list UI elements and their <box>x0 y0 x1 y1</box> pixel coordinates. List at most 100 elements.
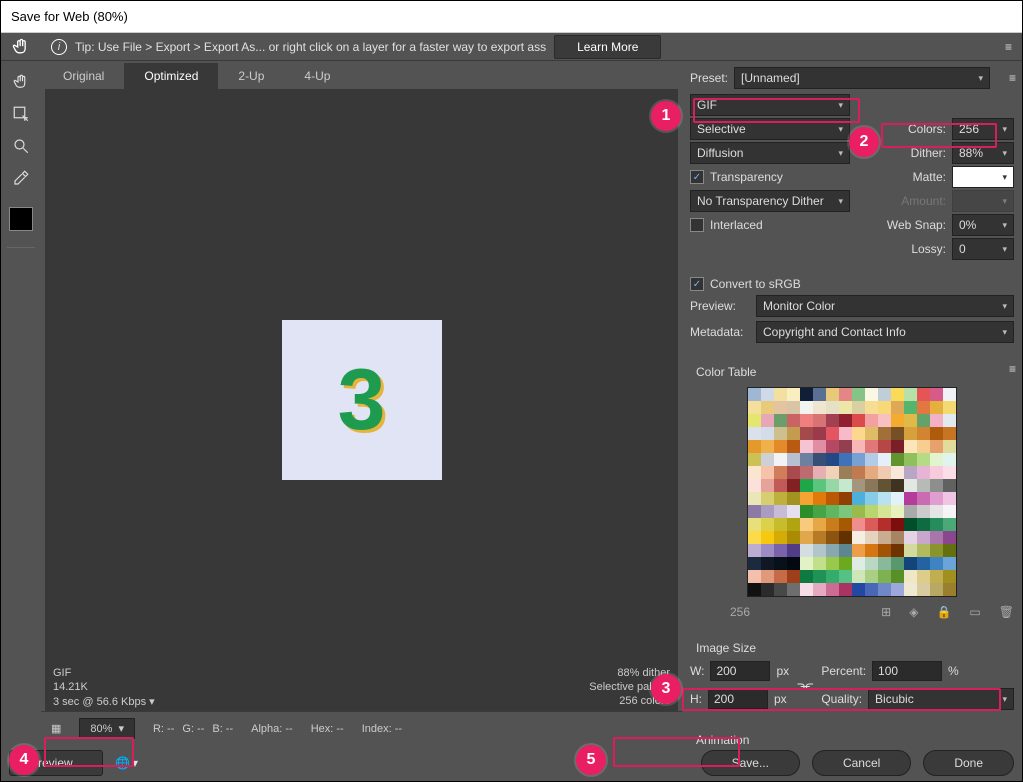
color-swatch[interactable] <box>852 401 865 414</box>
color-swatch[interactable] <box>787 453 800 466</box>
color-swatch[interactable] <box>774 583 787 596</box>
color-swatch[interactable] <box>748 544 761 557</box>
eyedropper-swatch[interactable] <box>9 207 33 231</box>
link-icon[interactable]: ⫘ <box>797 675 813 696</box>
color-swatch[interactable] <box>865 505 878 518</box>
color-swatch[interactable] <box>852 427 865 440</box>
color-swatch[interactable] <box>800 388 813 401</box>
color-swatch[interactable] <box>839 453 852 466</box>
color-swatch[interactable] <box>904 583 917 596</box>
color-swatch[interactable] <box>761 505 774 518</box>
color-swatch[interactable] <box>917 518 930 531</box>
format-select[interactable]: GIF▾ <box>690 94 850 116</box>
color-swatch[interactable] <box>865 479 878 492</box>
color-swatch[interactable] <box>800 570 813 583</box>
color-swatch[interactable] <box>904 505 917 518</box>
view-grid-icon[interactable]: ▦ <box>51 722 61 735</box>
color-swatch[interactable] <box>917 453 930 466</box>
color-swatch[interactable] <box>904 544 917 557</box>
color-swatch[interactable] <box>930 479 943 492</box>
color-swatch[interactable] <box>904 466 917 479</box>
color-swatch[interactable] <box>878 570 891 583</box>
color-swatch[interactable] <box>839 583 852 596</box>
color-swatch[interactable] <box>839 414 852 427</box>
color-swatch[interactable] <box>826 414 839 427</box>
color-swatch[interactable] <box>839 427 852 440</box>
color-swatch[interactable] <box>865 427 878 440</box>
color-swatch[interactable] <box>839 544 852 557</box>
color-swatch[interactable] <box>813 427 826 440</box>
color-swatch[interactable] <box>917 557 930 570</box>
tab-optimized[interactable]: Optimized <box>124 63 218 89</box>
color-swatch[interactable] <box>943 466 956 479</box>
color-swatch[interactable] <box>930 414 943 427</box>
save-button[interactable]: Save... <box>701 750 800 776</box>
color-swatch[interactable] <box>917 570 930 583</box>
color-swatch[interactable] <box>930 557 943 570</box>
color-swatch[interactable] <box>865 466 878 479</box>
color-swatch[interactable] <box>878 388 891 401</box>
learn-more-button[interactable]: Learn More <box>554 35 661 59</box>
color-swatch[interactable] <box>826 388 839 401</box>
done-button[interactable]: Done <box>923 750 1014 776</box>
color-swatch[interactable] <box>904 453 917 466</box>
color-swatch[interactable] <box>943 427 956 440</box>
color-swatch[interactable] <box>761 544 774 557</box>
color-swatch[interactable] <box>761 531 774 544</box>
color-swatch[interactable] <box>865 570 878 583</box>
color-swatch[interactable] <box>774 518 787 531</box>
color-swatch[interactable] <box>774 401 787 414</box>
color-swatch[interactable] <box>839 479 852 492</box>
color-swatch[interactable] <box>852 570 865 583</box>
color-swatch[interactable] <box>800 414 813 427</box>
browser-icon[interactable]: 🌐▾ <box>115 756 138 770</box>
color-swatch[interactable] <box>774 557 787 570</box>
color-swatch[interactable] <box>826 440 839 453</box>
color-swatch[interactable] <box>800 583 813 596</box>
zoom-select[interactable]: 80% ▾ <box>79 718 135 739</box>
color-swatch[interactable] <box>878 557 891 570</box>
color-swatch[interactable] <box>800 440 813 453</box>
color-swatch[interactable] <box>917 401 930 414</box>
color-swatch[interactable] <box>904 401 917 414</box>
color-swatch[interactable] <box>904 479 917 492</box>
color-swatch[interactable] <box>774 492 787 505</box>
color-swatch[interactable] <box>774 414 787 427</box>
flyout-menu-icon[interactable]: ≡ <box>992 40 1010 54</box>
tab-2up[interactable]: 2-Up <box>218 63 284 89</box>
color-swatch[interactable] <box>943 492 956 505</box>
color-swatch[interactable] <box>761 440 774 453</box>
color-swatch[interactable] <box>917 531 930 544</box>
color-swatch[interactable] <box>774 479 787 492</box>
color-swatch[interactable] <box>813 531 826 544</box>
color-swatch[interactable] <box>813 453 826 466</box>
color-swatch[interactable] <box>787 414 800 427</box>
color-swatch[interactable] <box>904 440 917 453</box>
color-swatch[interactable] <box>761 479 774 492</box>
color-swatch[interactable] <box>774 531 787 544</box>
color-swatch[interactable] <box>930 440 943 453</box>
color-swatch[interactable] <box>904 414 917 427</box>
color-swatch[interactable] <box>865 583 878 596</box>
color-swatch[interactable] <box>878 518 891 531</box>
color-swatch[interactable] <box>826 583 839 596</box>
color-swatch[interactable] <box>891 479 904 492</box>
color-swatch[interactable] <box>826 427 839 440</box>
colors-select[interactable]: 256▾ <box>952 118 1014 140</box>
color-swatch[interactable] <box>878 453 891 466</box>
color-swatch[interactable] <box>878 531 891 544</box>
color-swatch[interactable] <box>839 492 852 505</box>
color-swatch[interactable] <box>813 466 826 479</box>
width-input[interactable]: 200 <box>710 661 770 681</box>
color-swatch[interactable] <box>800 479 813 492</box>
color-swatch[interactable] <box>761 388 774 401</box>
color-swatch[interactable] <box>891 583 904 596</box>
color-swatch[interactable] <box>761 453 774 466</box>
color-swatch[interactable] <box>865 518 878 531</box>
color-swatch[interactable] <box>852 505 865 518</box>
color-swatch[interactable] <box>852 479 865 492</box>
color-swatch[interactable] <box>748 414 761 427</box>
color-swatch[interactable] <box>787 518 800 531</box>
color-swatch[interactable] <box>813 440 826 453</box>
color-swatch[interactable] <box>774 544 787 557</box>
